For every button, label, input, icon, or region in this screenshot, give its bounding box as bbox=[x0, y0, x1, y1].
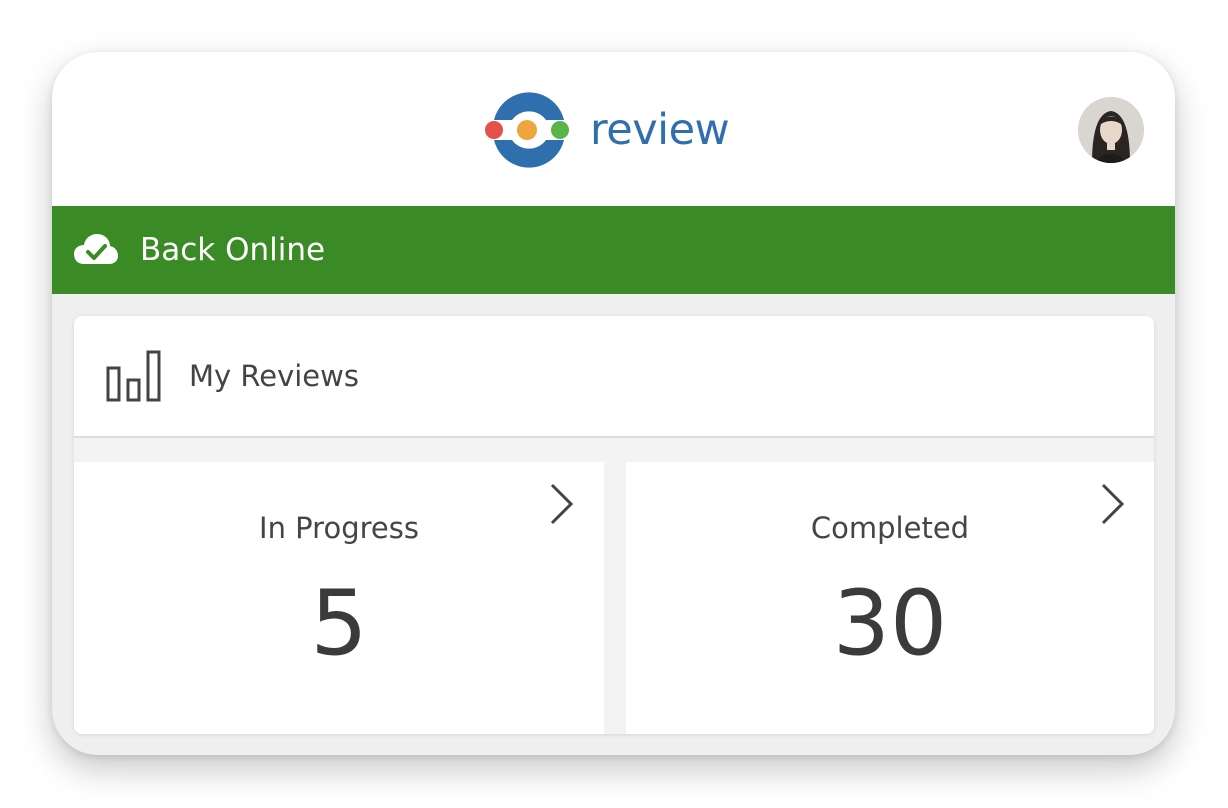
cloud-check-icon bbox=[74, 234, 118, 264]
my-reviews-card: My Reviews In Progress 5 Completed 30 bbox=[74, 316, 1154, 734]
app-window: review Back Online My Reviews In Progres… bbox=[52, 52, 1175, 755]
tile-label: In Progress bbox=[259, 511, 419, 545]
logo-dot-red bbox=[485, 121, 503, 139]
brand-name: review bbox=[590, 104, 730, 155]
user-avatar[interactable] bbox=[1078, 97, 1144, 163]
tile-label: Completed bbox=[810, 511, 970, 545]
logo-ring-bottom bbox=[494, 140, 564, 168]
top-bar: review bbox=[52, 52, 1175, 206]
app-logo[interactable]: review bbox=[484, 90, 730, 170]
bar-chart-icon bbox=[106, 350, 161, 402]
tile-count: 30 bbox=[832, 571, 948, 676]
banner-message: Back Online bbox=[140, 232, 326, 268]
completed-tile[interactable]: Completed 30 bbox=[626, 462, 1154, 734]
logo-ring-top bbox=[494, 92, 564, 120]
connection-status-banner: Back Online bbox=[52, 206, 1175, 294]
card-header: My Reviews bbox=[74, 316, 1154, 438]
review-logo-icon bbox=[485, 92, 569, 168]
card-title: My Reviews bbox=[189, 359, 359, 393]
in-progress-tile[interactable]: In Progress 5 bbox=[74, 462, 604, 734]
logo-dot-orange bbox=[517, 120, 537, 140]
logo-dot-green bbox=[551, 121, 569, 139]
avatar-portrait-icon bbox=[1078, 97, 1144, 163]
tile-count: 5 bbox=[310, 571, 368, 676]
